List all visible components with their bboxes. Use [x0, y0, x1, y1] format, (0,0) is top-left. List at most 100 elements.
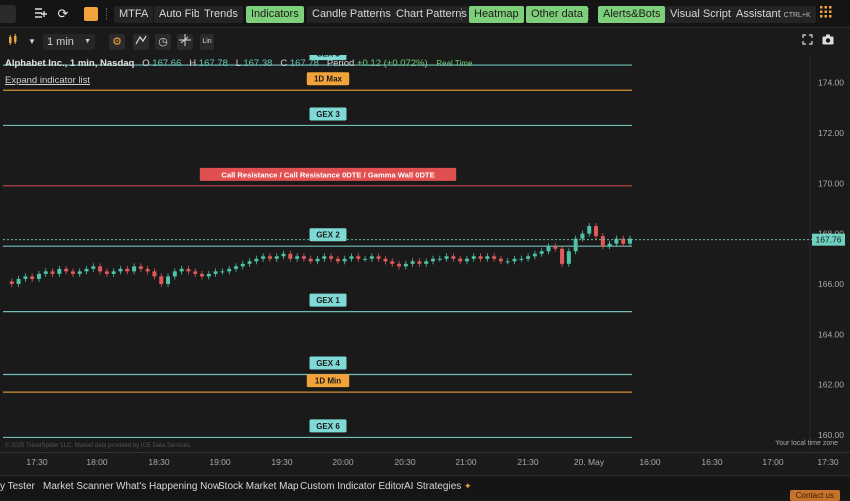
candle-body [70, 271, 75, 274]
whats-happening-tab[interactable]: What's Happening Now [116, 481, 220, 492]
scale-lin-toggle[interactable]: Lin [200, 34, 214, 50]
heatmap-button[interactable]: Heatmap [469, 6, 524, 23]
clock-icon[interactable]: ◷ [155, 34, 171, 50]
ai-strategies-tab[interactable]: AI Strategies ✦ [404, 481, 472, 492]
candle-body [9, 281, 14, 284]
assistant-shortcut: CTRL+K [783, 12, 811, 19]
x-tick-label: 18:30 [148, 457, 170, 467]
chevron-down-icon[interactable]: ▼ [28, 34, 36, 50]
candle-body [519, 258, 524, 260]
auto-fib-button[interactable]: Auto Fib [154, 6, 205, 23]
candle-body [301, 256, 306, 259]
candle-body [43, 271, 48, 274]
expand-indicator-list-link[interactable]: Expand indicator list [5, 75, 90, 86]
last-price-label: 167.76 [816, 235, 842, 245]
watchlist-add-icon[interactable] [32, 6, 48, 22]
alerts-bots-button[interactable]: Alerts&Bots [598, 6, 666, 23]
color-swatch-icon[interactable] [84, 7, 98, 21]
level-label: GEX 1 [316, 296, 340, 305]
candle-body [363, 258, 368, 260]
candle-body [145, 268, 150, 272]
candle-body [16, 278, 21, 284]
crosshair-icon[interactable] [177, 34, 193, 50]
local-timezone-label[interactable]: Your local time zone [775, 440, 838, 447]
x-tick-label: 20:00 [332, 457, 354, 467]
contact-us-button[interactable]: Contact us [789, 490, 840, 501]
candle-body [179, 268, 184, 272]
candle-body [566, 251, 571, 264]
candle-body [84, 268, 89, 272]
candle-body [91, 266, 96, 269]
candle-body [376, 256, 381, 259]
assistant-button[interactable]: Assistant CTRL+K [731, 6, 816, 23]
candle-body [505, 261, 510, 263]
chevron-down-icon: ▼ [84, 38, 91, 45]
x-tick-label: 21:00 [455, 457, 477, 467]
strategy-tester-tab[interactable]: y Tester [0, 481, 35, 492]
x-tick-label: 20:30 [394, 457, 416, 467]
sparkle-icon: ✦ [464, 481, 472, 491]
gear-icon[interactable]: ⚙ [109, 34, 125, 50]
candle-body [417, 261, 422, 264]
symbol-search-input[interactable] [0, 5, 16, 23]
apps-grid-icon[interactable] [818, 6, 834, 22]
camera-icon[interactable] [822, 34, 834, 50]
level-label: GEX 3 [316, 110, 340, 119]
ai-strategies-label: AI Strategies [404, 481, 462, 492]
candle-body [451, 256, 456, 259]
candle-body [267, 256, 272, 259]
close-value: 167.78 [289, 58, 319, 69]
candle-body [498, 258, 503, 262]
time-axis[interactable]: 17:30 18:00 18:30 19:00 19:30 20:00 20:30 21:00… [0, 452, 850, 468]
top-toolbar: ⟳ MTFA Auto Fib Trends Indicators Candle… [0, 0, 850, 28]
y-tick-label: 162.00 [818, 380, 844, 390]
candle-body [322, 256, 327, 259]
custom-indicator-editor-tab[interactable]: Custom Indicator Editor [300, 481, 405, 492]
level-label: 1D Min [315, 377, 341, 386]
drawing-tool-icon[interactable] [133, 34, 149, 50]
candle-body [186, 268, 191, 272]
fullscreen-icon[interactable] [802, 34, 813, 50]
candle-body [159, 276, 164, 284]
mtfa-button[interactable]: MTFA [114, 6, 154, 23]
x-tick-label: 17:30 [26, 457, 48, 467]
refresh-icon[interactable]: ⟳ [55, 6, 71, 22]
candle-body [30, 276, 35, 279]
x-tick-label: 21:30 [517, 457, 539, 467]
level-label: GEX 4 [316, 359, 340, 368]
stock-market-map-tab[interactable]: Stock Market Map [218, 481, 299, 492]
candle-body [458, 258, 463, 262]
trends-button[interactable]: Trends [199, 6, 243, 23]
level-label: Call Resistance / Call Resistance 0DTE /… [221, 170, 434, 179]
candle-body [104, 271, 109, 274]
x-tick-label: 19:30 [271, 457, 293, 467]
separator [588, 8, 591, 20]
bottom-bar: y Tester Market Scanner What's Happening… [0, 475, 850, 501]
high-value: 167.78 [198, 58, 228, 69]
candle-body [600, 236, 605, 247]
chart-patterns-button[interactable]: Chart Patterns [391, 6, 472, 23]
x-tick-label: 16:30 [701, 457, 723, 467]
market-scanner-tab[interactable]: Market Scanner [43, 481, 114, 492]
candle-body [573, 238, 578, 252]
x-tick-label: 18:00 [86, 457, 108, 467]
candle-body [200, 273, 205, 277]
candle-body [240, 263, 245, 267]
candle-body [403, 263, 408, 267]
indicators-button[interactable]: Indicators [246, 6, 304, 23]
candle-body [424, 261, 429, 264]
candle-body [471, 256, 476, 259]
price-chart[interactable]: 174.00172.00170.00168.00166.00164.00162.… [0, 55, 850, 455]
separator [106, 8, 109, 20]
visual-scripts-button[interactable]: Visual Scripts [665, 6, 742, 23]
candle-type-icon[interactable] [8, 34, 18, 50]
timeframe-select[interactable]: 1 min ▼ [43, 34, 95, 50]
symbol-title: Alphabet Inc., 1 min, Nasdaq [5, 58, 135, 69]
candle-body [193, 271, 198, 274]
close-label: C [280, 58, 288, 69]
level-label: GEX 6 [316, 422, 340, 431]
other-data-button[interactable]: Other data [526, 6, 588, 23]
timeframe-value: 1 min [47, 36, 74, 48]
candle-body [464, 258, 469, 262]
candle-body [308, 258, 313, 262]
